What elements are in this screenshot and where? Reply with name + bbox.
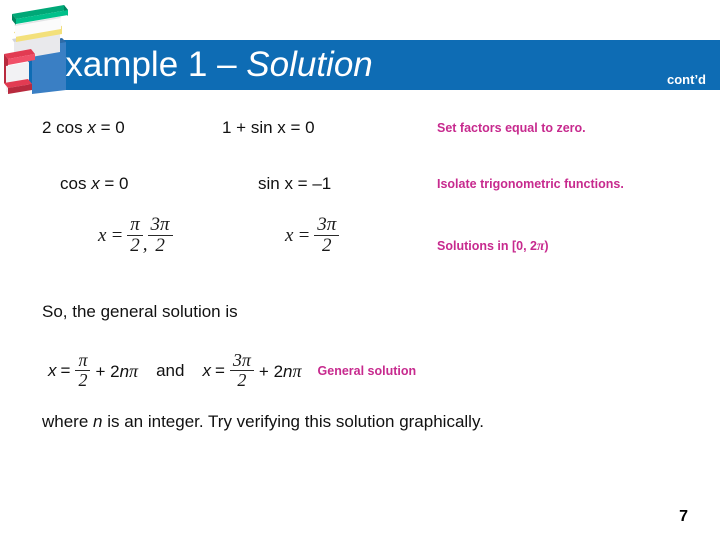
- equation-row3-left: x = π 2 , 3π 2: [98, 215, 173, 257]
- gs-right-plus: + 2: [258, 361, 284, 381]
- note-interval-prefix: Solutions in [0, 2: [437, 239, 538, 253]
- note-solutions-interval: Solutions in [0, 2π): [437, 238, 549, 254]
- fraction-denominator: 2: [130, 234, 140, 256]
- gs-left-plus: + 2: [95, 361, 120, 381]
- row3-right-var: x: [285, 225, 294, 247]
- fraction-denominator: 2: [237, 369, 247, 390]
- fraction-numerator: π: [127, 215, 143, 236]
- closing-post: is an integer. Try verifying this soluti…: [102, 412, 484, 431]
- fraction-numerator: 3π: [147, 215, 173, 236]
- fraction-denominator: 2: [322, 234, 332, 256]
- gs-left-n: n: [119, 361, 130, 381]
- fraction-denominator: 2: [78, 369, 88, 390]
- fraction-numerator: 3π: [314, 215, 340, 236]
- general-solution-lead-in: So, the general solution is: [42, 302, 238, 321]
- note-interval-suffix: ): [544, 239, 549, 253]
- gs-left-fraction: π 2: [75, 351, 91, 390]
- row3-right-fraction: 3π 2: [314, 215, 340, 256]
- closing-var: n: [93, 412, 103, 431]
- page-title: Example 1 – Solution: [42, 42, 373, 88]
- gs-right-pi: π: [292, 360, 302, 381]
- gs-left-tail: + 2nπ: [90, 361, 138, 382]
- note-isolate-trig: Isolate trigonometric functions.: [437, 177, 624, 191]
- equation-row1-right: 1 + sin x = 0: [222, 118, 315, 137]
- gs-right-tail: + 2nπ: [254, 361, 302, 382]
- equation-row2-left: cos x = 0: [60, 174, 129, 193]
- continued-label: cont’d: [667, 72, 706, 87]
- row3-left-fraction-1: π 2: [127, 215, 143, 256]
- fraction-numerator: π: [75, 351, 91, 371]
- fraction-denominator: 2: [155, 234, 165, 256]
- equation-row3-right: x = 3π 2: [285, 215, 340, 257]
- closing-pre: where: [42, 412, 94, 431]
- row3-left-eq: =: [110, 225, 124, 247]
- note-set-factors: Set factors equal to zero.: [437, 121, 586, 135]
- gs-left-eq: =: [60, 361, 71, 381]
- slide-title-bar: Example 1 – Solution cont’d: [28, 40, 720, 90]
- general-solution-equations: x = π 2 + 2nπ and x = 3π 2 + 2nπ General…: [48, 351, 417, 390]
- row3-right-eq: =: [297, 225, 311, 247]
- note-general-solution: General solution: [317, 364, 417, 379]
- gs-right-var: x: [202, 361, 211, 381]
- gs-right-fraction: 3π 2: [229, 351, 254, 390]
- equation-row2-right: sin x = –1: [258, 174, 332, 193]
- row3-left-var: x: [98, 225, 107, 247]
- row3-left-fraction-2: 3π 2: [147, 215, 173, 256]
- gs-left-pi: π: [129, 360, 139, 381]
- equation-row1-left: 2 cos x = 0: [42, 118, 125, 137]
- gs-right-eq: =: [214, 361, 225, 381]
- gs-conjunction: and: [156, 361, 185, 381]
- book-stack-icon: [2, 2, 76, 94]
- gs-left-var: x: [48, 361, 57, 381]
- slide-content: 2 cos x = 0 1 + sin x = 0 Set factors eq…: [0, 90, 720, 540]
- fraction-numerator: 3π: [229, 351, 254, 371]
- gs-right-n: n: [283, 361, 293, 381]
- closing-sentence: where n is an integer. Try verifying thi…: [42, 412, 484, 432]
- page-title-emphasis: Solution: [246, 45, 373, 84]
